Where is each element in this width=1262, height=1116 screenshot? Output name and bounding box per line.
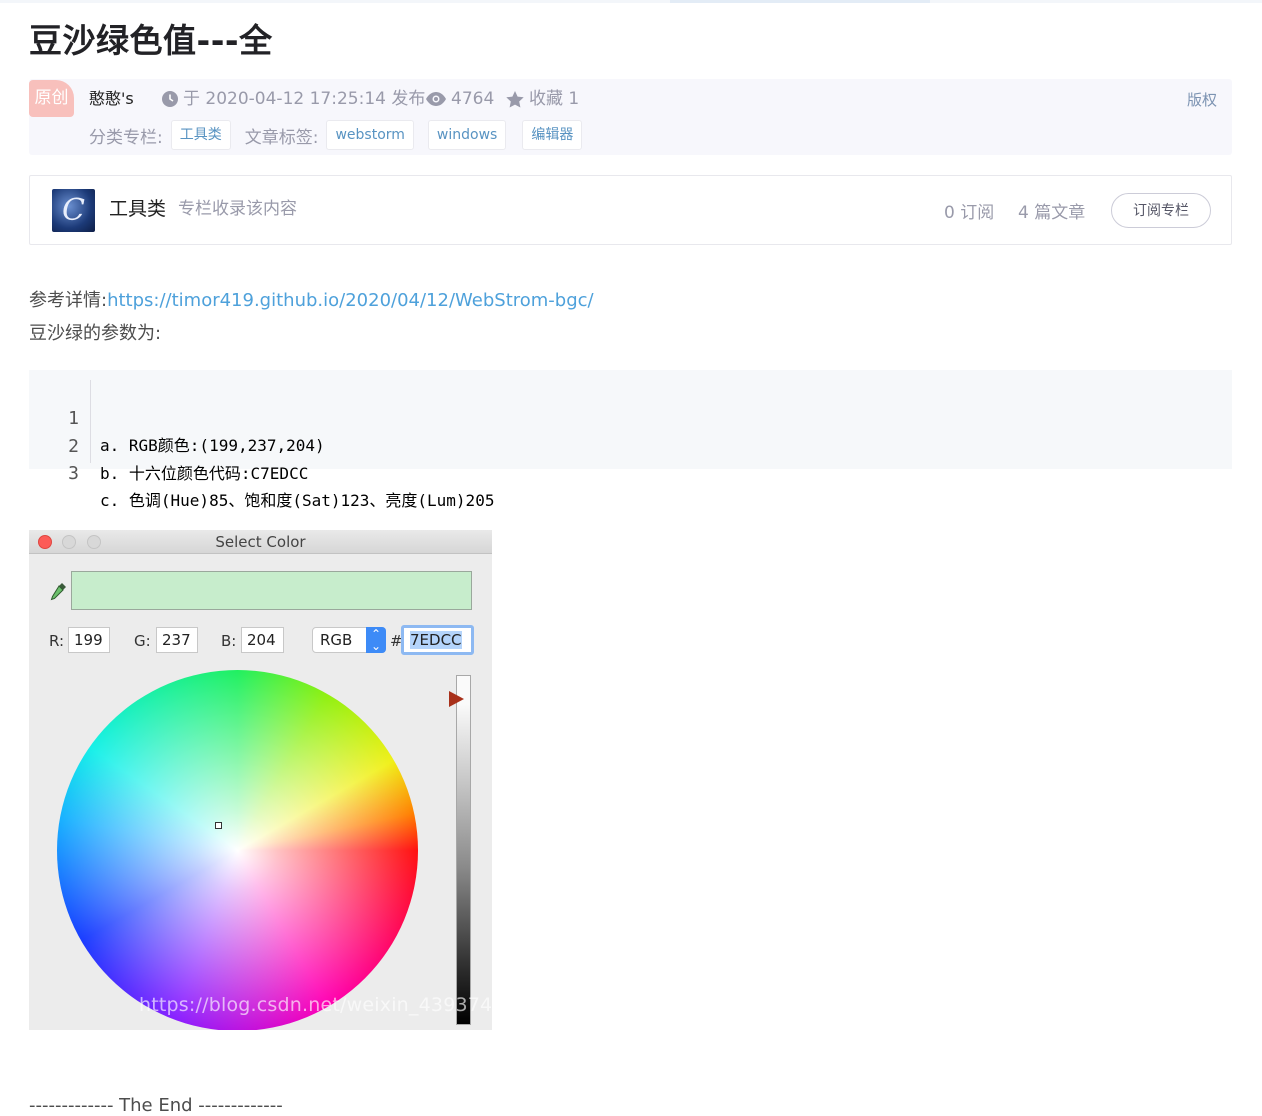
- column-name[interactable]: 工具类: [109, 196, 166, 222]
- article-title: 豆沙绿色值---全: [29, 21, 273, 60]
- r-label: R:: [49, 632, 65, 650]
- g-input[interactable]: 237: [156, 627, 198, 653]
- subscribe-column-button[interactable]: 订阅专栏: [1111, 193, 1211, 228]
- code-text: b. 十六位颜色代码:C7EDCC: [100, 464, 309, 483]
- eyedropper-icon[interactable]: [47, 580, 69, 602]
- brightness-slider[interactable]: [456, 675, 471, 1025]
- color-wheel[interactable]: [57, 670, 418, 1030]
- b-label: B:: [221, 632, 237, 650]
- favorite-button[interactable]: 收藏 1: [505, 88, 579, 110]
- up-down-arrows-icon: ⌃ ⌄: [366, 627, 386, 653]
- column-description: 专栏收录该内容: [178, 199, 297, 219]
- article-meta-bar: 原创 憨憨's 于 2020-04-12 17:25:14 发布 4764 收藏…: [29, 79, 1232, 155]
- the-end-divider: ------------- The End -------------: [29, 1095, 283, 1116]
- publish-time-text: 于 2020-04-12 17:25:14 发布: [183, 89, 426, 109]
- column-avatar-letter: C: [62, 193, 85, 228]
- view-count: 4764: [425, 88, 494, 110]
- tags-label: 文章标签:: [244, 127, 319, 148]
- clock-icon: [162, 91, 178, 107]
- reference-paragraph: 参考详情:https://timor419.github.io/2020/04/…: [29, 287, 594, 315]
- r-input[interactable]: 199: [68, 627, 110, 653]
- favorite-text: 收藏 1: [529, 89, 580, 109]
- copyright-link[interactable]: 版权: [1187, 89, 1217, 111]
- g-label: G:: [134, 632, 151, 650]
- column-article-count: 4 篇文章: [1018, 203, 1086, 223]
- code-text: c. 色调(Hue)85、饱和度(Sat)123、亮度(Lum)205: [100, 491, 495, 510]
- hex-input[interactable]: 7EDCC: [401, 625, 474, 655]
- eye-icon: [426, 92, 446, 106]
- original-badge: 原创: [29, 80, 74, 117]
- color-wheel-marker[interactable]: [215, 822, 222, 829]
- brightness-slider-thumb[interactable]: [449, 691, 464, 707]
- image-watermark: https://blog.csdn.net/weixin_43937466: [139, 994, 492, 1016]
- publish-time: 于 2020-04-12 17:25:14 发布: [161, 88, 425, 110]
- article-tag[interactable]: 编辑器: [522, 120, 583, 150]
- code-line: 2 b. 十六位颜色代码:C7EDCC: [29, 406, 308, 483]
- color-mode-select[interactable]: RGB ⌃ ⌄: [312, 627, 386, 653]
- code-line: 3 c. 色调(Hue)85、饱和度(Sat)123、亮度(Lum)205: [29, 433, 494, 510]
- column-card: C 工具类 专栏收录该内容 0 订阅 4 篇文章 订阅专栏: [29, 175, 1232, 245]
- author-link[interactable]: 憨憨's: [89, 88, 134, 110]
- column-subscribers: 0 订阅: [944, 203, 995, 223]
- color-picker-screenshot: Select Color R: 199 G: 237 B: 204 RGB ⌃ ⌄…: [29, 530, 492, 1030]
- code-line: 1 a. RGB颜色:(199,237,204): [29, 378, 325, 455]
- column-avatar[interactable]: C: [52, 189, 95, 232]
- category-label: 分类专栏:: [89, 127, 163, 148]
- reference-link[interactable]: https://timor419.github.io/2020/04/12/We…: [107, 290, 594, 311]
- dialog-title: Select Color: [215, 533, 306, 551]
- reference-label: 参考详情:: [29, 290, 108, 311]
- line-number: 3: [68, 463, 79, 484]
- top-accent-line: [0, 0, 1262, 3]
- article-tag[interactable]: windows: [427, 120, 507, 150]
- dialog-titlebar: Select Color: [29, 530, 492, 554]
- code-gutter-divider: [90, 380, 91, 463]
- intro-paragraph: 豆沙绿的参数为:: [29, 323, 162, 344]
- view-count-text: 4764: [451, 89, 495, 109]
- color-mode-value: RGB: [320, 631, 353, 649]
- category-tag-row: 分类专栏: 工具类 文章标签: webstorm windows 编辑器: [89, 120, 598, 150]
- color-swatch: [71, 571, 472, 610]
- b-input[interactable]: 204: [241, 627, 284, 653]
- article-tag[interactable]: webstorm: [326, 120, 414, 150]
- code-block: 1 a. RGB颜色:(199,237,204) 2 b. 十六位颜色代码:C7…: [29, 370, 1232, 510]
- star-icon: [506, 90, 524, 107]
- category-tag[interactable]: 工具类: [170, 120, 231, 150]
- code-text: a. RGB颜色:(199,237,204): [100, 436, 325, 455]
- hex-value: 7EDCC: [410, 631, 462, 649]
